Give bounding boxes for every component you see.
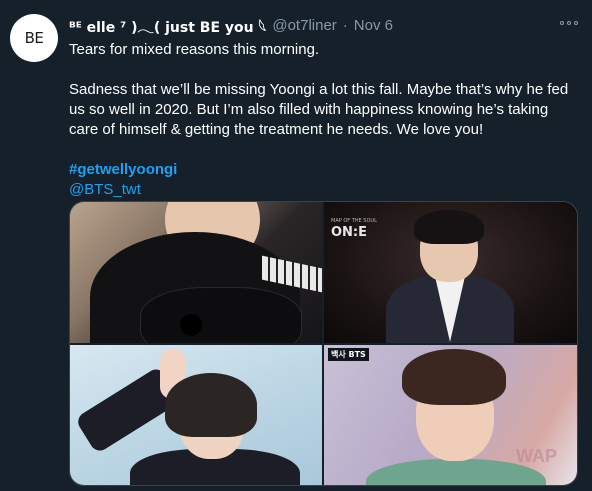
broadcast-tag: 백사 BTS <box>328 348 369 361</box>
hashtag-link[interactable]: #getwellyoongi <box>69 161 177 178</box>
tweet-text: Tears for mixed reasons this morning. Sa… <box>69 40 579 200</box>
photo-4[interactable]: WAP 백사 BTS <box>324 345 577 485</box>
avatar-text: BE <box>24 29 44 47</box>
more-dot <box>560 21 564 25</box>
photo-2[interactable]: MAP OF THE SOUL ON:E <box>324 202 577 343</box>
more-dot <box>574 21 578 25</box>
photo-3[interactable] <box>70 345 322 485</box>
tweet-date[interactable]: Nov 6 <box>354 17 393 34</box>
media-grid: MAP OF THE SOUL ON:E WAP 백사 BTS <box>69 201 578 486</box>
tweet-header: ᴮᴱ elle ⁷ )𓂃( just BE you 𓆩 @ot7liner · … <box>69 13 393 37</box>
tweet-line-1: Tears for mixed reasons this morning. <box>69 41 320 58</box>
mention-link[interactable]: @BTS_twt <box>69 181 141 198</box>
user-handle[interactable]: @ot7liner <box>272 17 336 34</box>
separator-dot: · <box>342 16 348 34</box>
background-sign: WAP <box>515 446 557 466</box>
stage-logo: MAP OF THE SOUL ON:E <box>331 218 377 240</box>
photo-1[interactable] <box>70 202 322 343</box>
display-name[interactable]: ᴮᴱ elle ⁷ )𓂃( just BE you 𓆩 <box>69 13 266 37</box>
more-horizontal-icon[interactable] <box>560 16 578 30</box>
tweet[interactable]: BE ᴮᴱ elle ⁷ )𓂃( just BE you 𓆩 @ot7liner… <box>0 0 592 491</box>
avatar[interactable]: BE <box>10 14 58 62</box>
tweet-line-2: Sadness that we’ll be missing Yoongi a l… <box>69 81 569 138</box>
more-dot <box>567 21 571 25</box>
